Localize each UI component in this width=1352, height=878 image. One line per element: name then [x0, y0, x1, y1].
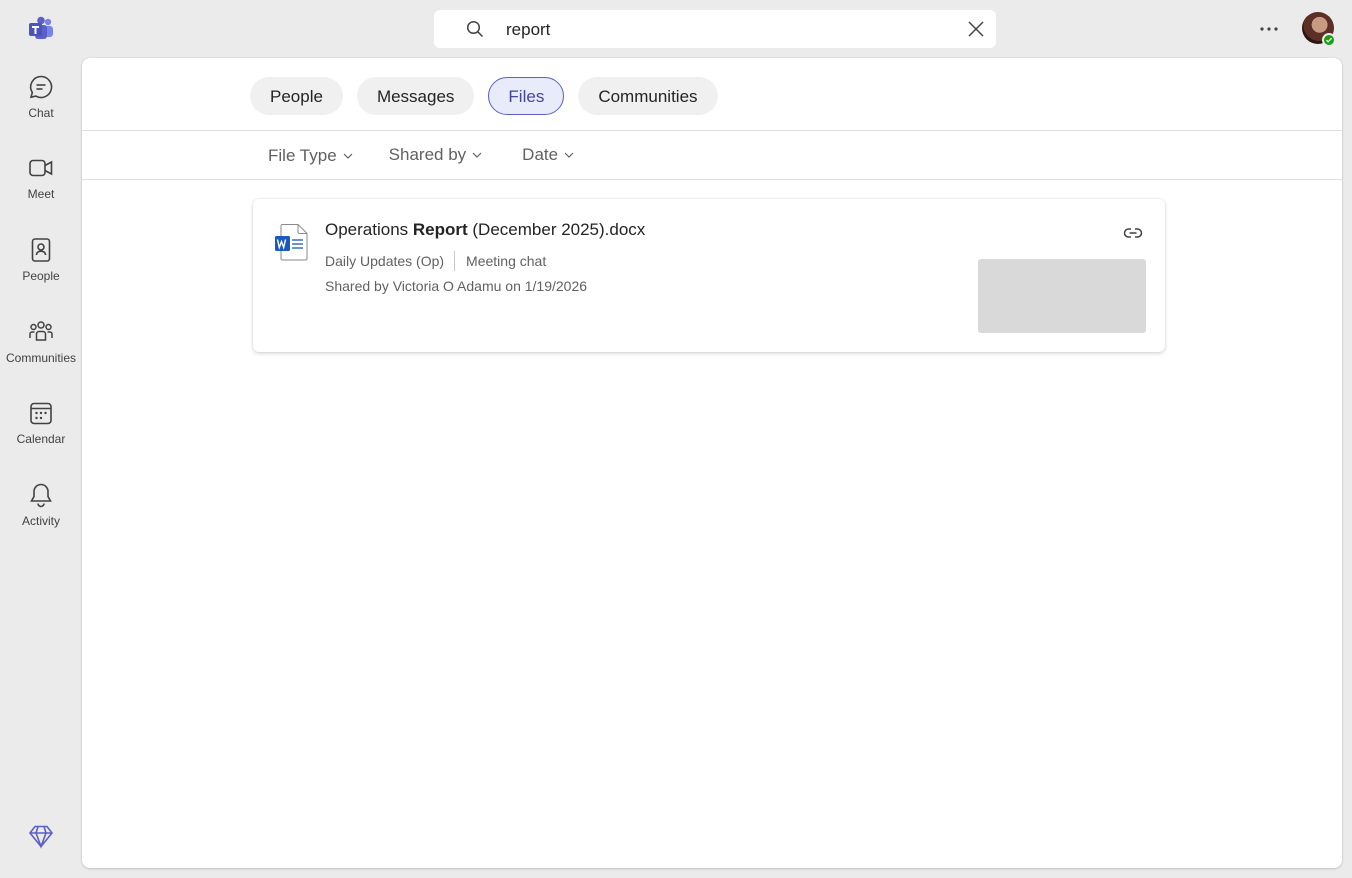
more-options-icon[interactable]: [1256, 16, 1282, 42]
search-input[interactable]: report: [506, 20, 550, 40]
diamond-icon[interactable]: [27, 822, 55, 850]
bell-icon: [30, 483, 52, 508]
filter-shared-by[interactable]: Shared by: [389, 144, 483, 166]
rail-label: People: [22, 269, 60, 283]
rail-item-meet[interactable]: Meet: [0, 154, 82, 201]
video-icon: [29, 159, 53, 177]
filter-file-type[interactable]: File Type: [268, 146, 353, 166]
rail-item-chat[interactable]: Chat: [0, 73, 82, 120]
rail-item-calendar[interactable]: Calendar: [0, 399, 82, 446]
tab-files[interactable]: Files: [488, 77, 565, 115]
filter-date[interactable]: Date: [522, 144, 574, 166]
file-location: Daily Updates (Op) Meeting chat: [325, 251, 546, 271]
chat-icon: [29, 75, 53, 99]
rail-label: Meet: [27, 187, 55, 201]
file-name-prefix: Operations: [325, 220, 413, 239]
divider: [82, 179, 1342, 180]
file-name[interactable]: Operations Report (December 2025).docx: [325, 220, 645, 240]
rail-item-activity[interactable]: Activity: [0, 481, 82, 528]
tab-communities[interactable]: Communities: [578, 77, 718, 115]
search-icon: [466, 20, 484, 38]
word-file-icon: [275, 224, 308, 261]
rail-label: Activity: [21, 514, 60, 528]
rail-label: Communities: [5, 351, 77, 365]
app-rail: Chat Meet People Communities Calendar Ac…: [0, 0, 82, 878]
communities-icon: [29, 321, 53, 341]
calendar-icon: [30, 402, 52, 425]
file-name-match: Report: [412, 220, 468, 239]
divider: [82, 130, 1342, 131]
tab-messages[interactable]: Messages: [356, 77, 475, 115]
file-location-chat: Daily Updates (Op): [325, 253, 445, 269]
search-results-panel: People Messages Files Communities File T…: [82, 58, 1342, 868]
filter-label: Shared by: [388, 145, 467, 164]
filter-bar: File Type Shared by Date: [268, 144, 574, 166]
file-thumbnail: [978, 259, 1146, 333]
teams-logo-icon[interactable]: [26, 14, 56, 44]
file-source: Meeting chat: [466, 253, 547, 269]
rail-item-people[interactable]: People: [0, 236, 82, 283]
file-shared-info: Shared by Victoria O Adamu on 1/19/2026: [325, 278, 588, 294]
divider: [454, 251, 456, 271]
result-tabs: People Messages Files Communities: [250, 77, 718, 115]
chevron-down-icon: [343, 153, 353, 159]
chevron-down-icon: [472, 152, 482, 158]
search-box[interactable]: report: [434, 10, 996, 48]
filter-label: File Type: [268, 146, 337, 165]
filter-label: Date: [522, 145, 559, 164]
close-icon[interactable]: [966, 19, 986, 39]
file-name-suffix: (December 2025).docx: [467, 220, 646, 239]
file-result-card[interactable]: Operations Report (December 2025).docx D…: [253, 199, 1165, 352]
rail-label: Chat: [28, 106, 54, 120]
presence-available-icon: [1322, 33, 1336, 47]
rail-label: Calendar: [16, 432, 66, 446]
chevron-down-icon: [564, 152, 574, 158]
tab-people[interactable]: People: [250, 77, 343, 115]
contact-book-icon: [31, 238, 51, 262]
link-icon[interactable]: [1122, 222, 1144, 244]
rail-item-communities[interactable]: Communities: [0, 318, 82, 365]
